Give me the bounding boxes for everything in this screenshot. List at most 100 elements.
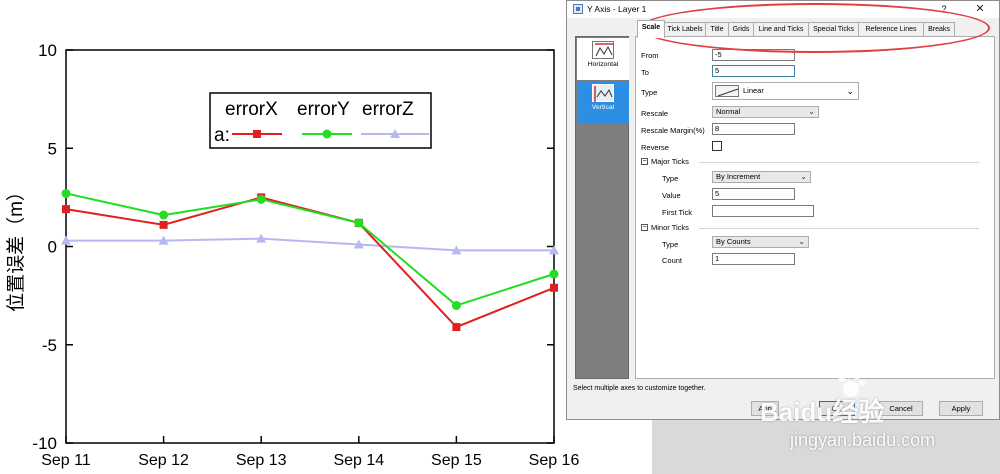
x-tick-labels: Sep 11 Sep 12 Sep 13 Sep 14 Sep 15 Sep 16 — [41, 452, 579, 469]
reverse-label: Reverse — [641, 143, 669, 152]
minor-count-label: Count — [662, 256, 683, 265]
tab-tick-labels[interactable]: Tick Labels — [664, 22, 706, 37]
data-point — [256, 194, 266, 204]
major-ticks-header: Major Ticks — [651, 157, 689, 166]
tab-title[interactable]: Title — [705, 22, 729, 37]
minor-type-select[interactable]: By Counts ⌄ — [712, 236, 809, 248]
title-bar[interactable]: Y Axis - Layer 1 ? ✕ — [567, 1, 999, 18]
tab-grids[interactable]: Grids — [728, 22, 754, 37]
rescale-label: Rescale — [641, 109, 669, 118]
series-line — [66, 237, 554, 252]
from-label: From — [641, 51, 659, 60]
to-input[interactable]: 5 — [712, 65, 795, 77]
axis-selector-panel: Horizontal Vertical — [575, 36, 629, 379]
data-point — [354, 218, 364, 228]
scale-type-value: Linear — [743, 86, 764, 95]
y-tick-label: -10 — [32, 434, 57, 453]
data-point — [159, 220, 168, 229]
from-input[interactable]: -5 — [712, 49, 795, 61]
rescale-select[interactable]: Normal ⌄ — [712, 106, 819, 118]
collapse-icon[interactable]: − — [641, 158, 648, 165]
reverse-checkbox[interactable] — [712, 141, 722, 151]
tab-reference-lines[interactable]: Reference Lines — [858, 22, 924, 37]
line-chart: 10 5 0 -5 -10 Sep 11 Sep 12 Sep 13 Sep 14 Sep 15… — [5, 41, 579, 469]
y-tick-label: 5 — [48, 139, 57, 158]
minor-type-label: Type — [662, 240, 679, 249]
series-layer — [61, 188, 559, 332]
y-axis-dialog: Y Axis - Layer 1 ? ✕ Horizontal Vertical… — [566, 0, 1000, 420]
linear-scale-icon — [715, 85, 739, 97]
y-tick-label: 10 — [38, 41, 57, 60]
data-point — [159, 210, 169, 220]
tab-strip: Scale Tick Labels Title Grids Line and T… — [637, 20, 997, 38]
data-point — [549, 269, 559, 279]
chevron-down-icon: ⌄ — [800, 172, 807, 181]
help-button[interactable]: ? — [937, 2, 951, 16]
legend-label: errorX — [225, 99, 278, 120]
type-label: Type — [641, 88, 658, 97]
data-point — [550, 283, 558, 292]
minor-count-input[interactable]: 1 — [712, 253, 795, 265]
apply-partial-button[interactable]: App — [751, 401, 779, 416]
to-label: To — [641, 68, 649, 77]
legend: errorX errorY errorZ a: — [209, 92, 432, 149]
rescale-margin-input[interactable]: 8 — [712, 123, 795, 135]
x-tick-label: Sep 13 — [236, 452, 287, 469]
legend-label: errorY — [297, 99, 350, 120]
horizontal-axis-icon — [592, 41, 614, 59]
series-line — [65, 196, 555, 329]
legend-marker — [253, 130, 261, 138]
tab-scale[interactable]: Scale — [637, 20, 665, 38]
ok-button[interactable]: OK — [819, 401, 855, 416]
series-errorZ — [61, 233, 559, 255]
x-tick-label: Sep 11 — [41, 452, 91, 469]
background-strip — [652, 418, 1000, 474]
rescale-margin-label: Rescale Margin(%) — [641, 126, 705, 135]
cancel-button[interactable]: Cancel — [879, 401, 923, 416]
side-item-vertical[interactable]: Vertical — [577, 81, 629, 123]
x-tick-label: Sep 12 — [138, 452, 189, 469]
minor-ticks-section[interactable]: − Minor Ticks — [641, 223, 981, 233]
data-point — [61, 188, 71, 198]
tab-breaks[interactable]: Breaks — [923, 22, 955, 37]
data-point — [451, 300, 461, 310]
y-tick-label: -5 — [42, 336, 57, 355]
major-value-label: Value — [662, 191, 681, 200]
chevron-down-icon: ⌄ — [798, 237, 805, 246]
scale-type-select[interactable]: Linear ⌄ — [712, 82, 859, 100]
app-icon — [573, 4, 583, 14]
x-tick-marks — [65, 436, 555, 443]
side-item-horizontal[interactable]: Horizontal — [577, 38, 629, 80]
major-type-select[interactable]: By Increment ⌄ — [712, 171, 811, 183]
major-value-input[interactable]: 5 — [712, 188, 795, 200]
major-ticks-section[interactable]: − Major Ticks — [641, 157, 981, 167]
x-tick-label: Sep 15 — [431, 452, 482, 469]
x-tick-label: Sep 16 — [529, 452, 580, 469]
minor-type-value: By Counts — [716, 237, 751, 246]
data-point — [452, 323, 461, 332]
status-hint: Select multiple axes to customize togeth… — [573, 385, 706, 392]
first-tick-input[interactable] — [712, 205, 814, 217]
legend-label: errorZ — [362, 99, 414, 120]
apply-button[interactable]: Apply — [939, 401, 983, 416]
dialog-title: Y Axis - Layer 1 — [587, 4, 647, 14]
scale-panel: From -5 To 5 Type Linear ⌄ Rescale Norma… — [635, 36, 995, 379]
series-errorX — [62, 193, 558, 332]
major-type-value: By Increment — [716, 172, 761, 181]
y-axis-label: 位置误差（m） — [5, 182, 27, 312]
section-divider — [699, 162, 979, 163]
first-tick-label: First Tick — [662, 208, 692, 217]
vertical-axis-icon — [592, 84, 614, 102]
y-tick-label: 0 — [48, 238, 57, 257]
section-divider — [699, 228, 979, 229]
close-button[interactable]: ✕ — [965, 2, 995, 16]
chevron-down-icon: ⌄ — [846, 86, 854, 96]
chevron-down-icon: ⌄ — [808, 107, 815, 116]
x-tick-label: Sep 14 — [333, 452, 384, 469]
collapse-icon[interactable]: − — [641, 224, 648, 231]
tab-special-ticks[interactable]: Special Ticks — [808, 22, 859, 37]
side-item-label: Horizontal — [587, 61, 619, 68]
side-item-label: Vertical — [591, 104, 615, 111]
tab-line-and-ticks[interactable]: Line and Ticks — [753, 22, 809, 37]
legend-prefix: a: — [214, 125, 230, 146]
